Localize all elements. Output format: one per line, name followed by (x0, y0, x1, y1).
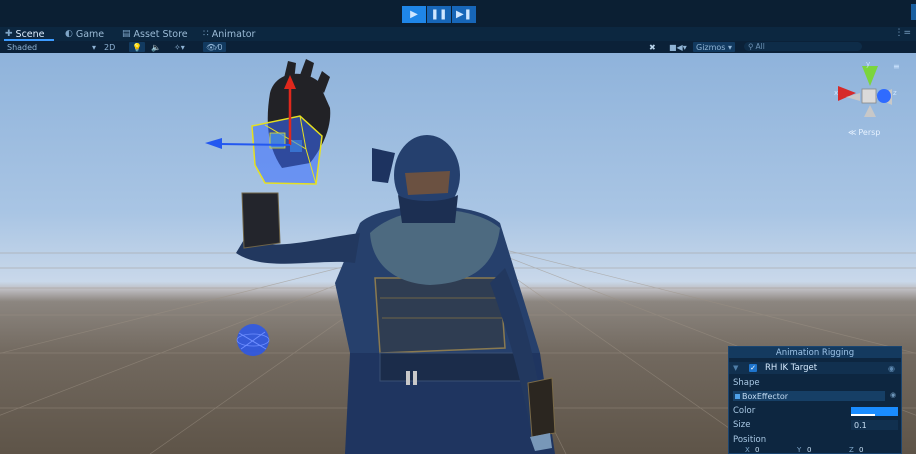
axis-z-label: z (893, 89, 897, 97)
gizmos-label: Gizmos (696, 42, 726, 52)
color-label: Color (733, 406, 756, 416)
tab-scene-label: Scene (15, 28, 45, 40)
tab-game[interactable]: ◐ Game (65, 27, 104, 41)
lighting-toggle[interactable]: 💡 (129, 41, 145, 53)
scene-hash-icon: ✚ (5, 29, 13, 39)
toggle-2d-label: 2D (104, 42, 116, 52)
camera-icon: ■◀▾ (669, 42, 687, 52)
search-icon: ⚲ (748, 42, 754, 51)
tab-animator-label: Animator (211, 28, 256, 40)
gizmos-button-face: Gizmos ▾ (693, 42, 736, 52)
shape-row: Shape (729, 377, 901, 389)
shading-mode-label: Shaded (7, 42, 38, 52)
scene-search-input[interactable]: ⚲ All (744, 42, 862, 51)
size-input[interactable]: 0.1 (851, 420, 898, 430)
layer-count: 0 (217, 42, 223, 52)
chevron-down-icon: ▾ (92, 42, 97, 52)
ik-target-row[interactable]: ▼ ✓ RH IK Target ◉ (729, 362, 901, 374)
size-value: 0.1 (854, 420, 867, 430)
audio-toggle[interactable]: 🔈 (151, 41, 161, 53)
pos-y-label: Y (797, 446, 802, 454)
unity-editor: ▶ ❚❚ ▶❚ ✚ Scene ◐ Game ▤ Asset Store ∷ A… (0, 0, 916, 454)
play-toolbar: ▶ ❚❚ ▶❚ (0, 0, 916, 27)
pos-x-label: X (745, 446, 750, 454)
panel-menu-icon[interactable]: ⋮= (894, 28, 911, 38)
axis-x-label: x (834, 89, 839, 97)
shading-mode-dropdown[interactable]: Shaded (7, 41, 37, 53)
tools-icon: ✖ (649, 42, 656, 52)
eye-slash-icon: 👁⁄ 0 (203, 42, 226, 52)
position-row: Position (729, 434, 901, 446)
rig-panel-title: Animation Rigging (729, 347, 901, 358)
tab-game-label: Game (75, 28, 105, 40)
projection-label: Persp (858, 128, 881, 137)
gizmos-dropdown[interactable]: Gizmos ▾ (693, 41, 736, 53)
step-button[interactable]: ▶❚ (452, 6, 476, 23)
tab-asset-store-label: Asset Store (133, 28, 188, 40)
ik-target-label: RH IK Target (765, 363, 818, 373)
foldout-arrow-icon[interactable]: ▼ (733, 364, 738, 372)
hidden-layers-toggle[interactable]: 👁⁄ 0 (203, 41, 226, 53)
projection-toggle[interactable]: ≪ Persp (848, 128, 880, 137)
position-label: Position (733, 435, 767, 445)
lightbulb-icon: 💡 (129, 42, 145, 52)
shading-dropdown-arrow[interactable]: ▾ (92, 41, 96, 53)
pos-x-input[interactable]: 0 (755, 446, 759, 454)
projection-icon: ≪ (848, 128, 857, 137)
ik-target-enabled-checkbox[interactable]: ✓ (749, 364, 757, 372)
box-effector-gizmo[interactable] (251, 115, 323, 185)
object-picker-icon[interactable]: ◉ (890, 391, 896, 399)
animation-rigging-panel: Animation Rigging ▼ ✓ RH IK Target ◉ Sha… (728, 346, 902, 454)
collab-tab[interactable] (911, 4, 916, 20)
sphere-effector-gizmo[interactable] (236, 324, 270, 356)
tools-button[interactable]: ✖ (649, 41, 656, 53)
search-placeholder: All (755, 42, 765, 51)
ninja-character[interactable] (236, 59, 556, 454)
play-button[interactable]: ▶ (402, 6, 426, 23)
pos-y-input[interactable]: 0 (807, 446, 811, 454)
scene-orientation-gizmo[interactable] (838, 66, 892, 117)
chevron-down-icon: ▾ (728, 42, 733, 52)
mesh-icon (735, 393, 740, 399)
tab-animator[interactable]: ∷ Animator (203, 27, 255, 41)
rig-panel-title-text: Animation Rigging (775, 347, 855, 358)
play-icon: ▶ (410, 9, 418, 20)
editor-tab-row: ✚ Scene ◐ Game ▤ Asset Store ∷ Animator … (0, 27, 916, 42)
shape-object-field[interactable]: BoxEffector (733, 391, 885, 401)
position-xyz-fields: X 0 Y 0 Z 0 (729, 446, 901, 454)
pos-z-input[interactable]: 0 (859, 446, 863, 454)
animator-icon: ∷ (203, 29, 209, 39)
axis-y-label: y (866, 60, 871, 68)
camera-dropdown[interactable]: ■◀▾ (669, 41, 687, 53)
shape-label: Shape (733, 378, 760, 388)
size-label: Size (733, 420, 751, 430)
tab-asset-store[interactable]: ▤ Asset Store (122, 27, 188, 41)
playback-controls: ▶ ❚❚ ▶❚ (402, 6, 477, 23)
gizmo-lock-icon[interactable]: ≡ (893, 62, 900, 71)
pause-button[interactable]: ❚❚ (427, 6, 451, 23)
game-pacman-icon: ◐ (65, 29, 73, 39)
pos-z-label: Z (849, 446, 854, 454)
scene-toolbar: Shaded ▾ 2D 💡 🔈 ✧▾ 👁⁄ 0 ✖ ■◀▾ Gizmos ▾ ⚲… (0, 41, 916, 53)
alpha-bar (851, 414, 875, 416)
store-icon: ▤ (122, 29, 131, 39)
step-forward-icon: ▶❚ (455, 9, 473, 20)
color-swatch[interactable] (851, 407, 898, 416)
effects-icon: ✧▾ (174, 42, 185, 52)
pause-icon: ❚❚ (430, 9, 448, 20)
shape-value: BoxEffector (742, 391, 789, 401)
effects-toggle[interactable]: ✧▾ (174, 41, 185, 53)
settings-circle-icon[interactable]: ◉ (888, 364, 895, 373)
speaker-icon: 🔈 (151, 42, 161, 52)
toggle-2d-button[interactable]: 2D (104, 41, 115, 53)
